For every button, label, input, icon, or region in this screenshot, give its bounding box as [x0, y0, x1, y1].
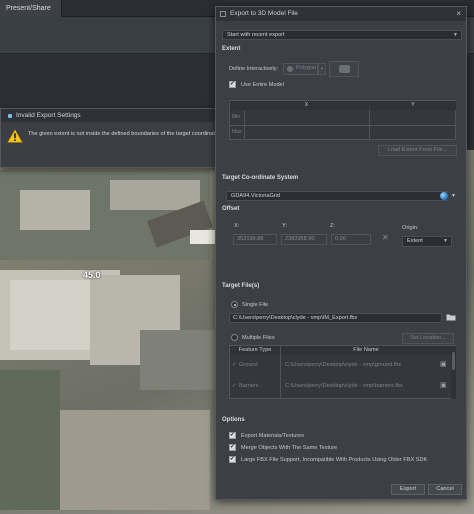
use-entire-model-checkbox[interactable]: [229, 80, 236, 88]
options-heading: Options: [222, 417, 245, 423]
col-y-header: Y: [370, 101, 456, 110]
offset-x-label: X:: [234, 223, 240, 229]
scene-measure-label: 45.0: [83, 270, 101, 280]
table-row[interactable]: ✓ Barriers C:\Users\perry\Desktop\clyde …: [230, 378, 450, 395]
single-file-label: Single File: [242, 302, 269, 308]
polygon-dropdown-button[interactable]: ▼: [318, 63, 326, 75]
preset-select[interactable]: Start with recent export ▼: [222, 30, 462, 40]
export-dialog: Export to 3D Model File × Start with rec…: [215, 6, 467, 500]
window-icon: [220, 11, 226, 17]
table-row[interactable]: ✓ Ground C:\Users\perry\Desktop\clyde - …: [230, 357, 450, 374]
row-min-label: Min: [232, 114, 241, 120]
offset-y-field[interactable]: 2383358.90: [281, 234, 327, 245]
offset-z-label: Z:: [330, 223, 335, 229]
use-entire-model-label: Use Entire Model: [241, 82, 284, 88]
preset-value: Start with recent export: [227, 32, 285, 38]
globe-icon[interactable]: [440, 192, 448, 200]
polygon-label: Polygon: [296, 65, 317, 71]
target-files-heading: Target File(s): [222, 283, 260, 289]
feature-type: Barriers: [239, 383, 259, 389]
clear-offset-icon[interactable]: ✕: [382, 233, 389, 242]
offset-z-field[interactable]: 0.00: [331, 234, 371, 245]
feature-type: Ground: [239, 362, 258, 368]
multiple-files-radio[interactable]: [231, 334, 238, 341]
alert-title: Invalid Export Settings: [16, 112, 81, 119]
origin-label: Origin:: [402, 225, 419, 231]
scrollbar-thumb[interactable]: [452, 352, 455, 370]
pick-extent-button[interactable]: [329, 61, 359, 77]
merge-objects-checkbox[interactable]: [229, 443, 236, 451]
alert-message: The given extent is not inside the defin…: [28, 131, 239, 137]
large-fbx-label: Large FBX File Support, Incompatible Wit…: [241, 457, 428, 463]
app-icon: [8, 113, 12, 118]
set-location-button[interactable]: Set Location...: [402, 333, 454, 344]
file-picker-icon[interactable]: ▣: [440, 381, 447, 389]
extent-grid: X Y Min Max: [229, 100, 456, 140]
pick-extent-icon: [339, 65, 350, 73]
col-x-header: X: [244, 101, 369, 110]
origin-value: Extent: [407, 238, 423, 244]
export-materials-checkbox[interactable]: [229, 431, 236, 439]
chevron-down-icon: ▼: [443, 238, 448, 244]
close-icon[interactable]: ×: [456, 7, 461, 21]
extent-heading: Extent: [222, 46, 241, 52]
export-button[interactable]: Export: [391, 484, 425, 495]
single-file-radio[interactable]: [231, 301, 238, 308]
file-name: C:\Users\perry\Desktop\clyde - vmp\groun…: [285, 362, 402, 368]
offset-heading: Offset: [222, 206, 240, 212]
multiple-files-label: Multiple Files: [242, 335, 275, 341]
tab-present-share[interactable]: Present/Share: [0, 0, 62, 17]
define-interactively-label: Define Interactively:: [229, 66, 279, 72]
origin-select[interactable]: Extent ▼: [402, 236, 452, 247]
chevron-down-icon[interactable]: ▼: [451, 193, 456, 199]
export-materials-label: Export Materials/Textures: [241, 433, 305, 439]
cancel-button[interactable]: Cancel: [428, 484, 462, 495]
dialog-titlebar: Export to 3D Model File ×: [216, 7, 466, 21]
single-file-path[interactable]: C:\Users\perry\Desktop\clyde - vmp\IM_Ex…: [229, 313, 442, 323]
offset-x-field[interactable]: 353199.88: [233, 234, 277, 245]
offset-y-label: Y:: [282, 223, 287, 229]
file-picker-icon[interactable]: ▣: [440, 360, 447, 368]
coordinate-system-value: GDA94.VictoriaGrid: [231, 193, 281, 199]
chevron-down-icon: ▼: [453, 32, 458, 38]
dialog-title: Export to 3D Model File: [230, 10, 298, 17]
file-name: C:\Users\perry\Desktop\clyde - vmp\barri…: [285, 383, 403, 389]
polygon-button[interactable]: Polygon: [283, 63, 318, 75]
polygon-icon: [287, 66, 293, 72]
merge-objects-label: Merge Objects With The Same Texture: [241, 445, 338, 451]
col-feature-header: Feature Type: [230, 346, 280, 355]
files-scrollbar[interactable]: [451, 346, 456, 399]
folder-icon[interactable]: [446, 313, 456, 321]
warning-icon: [7, 129, 23, 143]
target-cs-heading: Target Co-ordinate System: [222, 175, 299, 181]
row-max-label: Max: [232, 129, 242, 135]
col-file-header: File Name: [281, 346, 451, 355]
files-table: Feature Type File Name ✓ Ground C:\Users…: [229, 345, 456, 399]
coordinate-system-select[interactable]: GDA94.VictoriaGrid: [226, 191, 447, 201]
load-extent-button[interactable]: Load Extent From File...: [378, 145, 457, 156]
large-fbx-checkbox[interactable]: [229, 455, 236, 463]
